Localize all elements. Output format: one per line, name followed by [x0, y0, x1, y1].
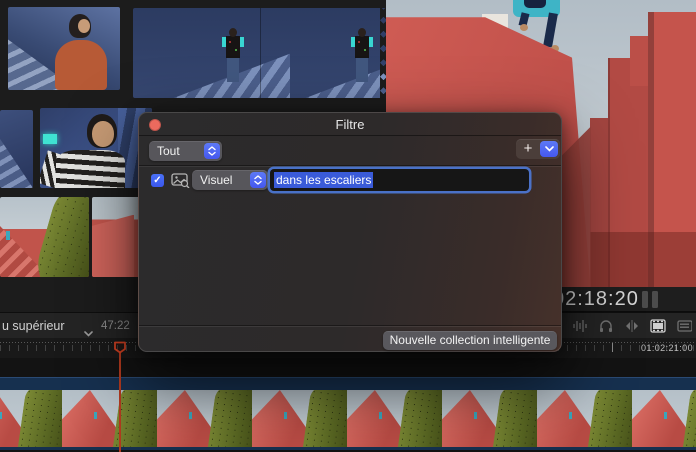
- pause-icon: [642, 291, 660, 308]
- browser-clip-cactus[interactable]: [0, 197, 89, 277]
- playhead-handle[interactable]: [113, 341, 127, 359]
- clip-art: [92, 215, 134, 277]
- timeline-clip-filmstrip[interactable]: [0, 390, 696, 447]
- viewer-art: [590, 232, 696, 288]
- clip-art: [31, 197, 89, 277]
- clip-art: [56, 150, 125, 188]
- timeline-body: [0, 358, 696, 452]
- ruler-timecode: 01:02:21:00: [641, 343, 693, 353]
- rule-enabled-checkbox[interactable]: ✓: [151, 174, 164, 187]
- current-timecode: 02:18:20: [553, 288, 639, 311]
- clip-art: [92, 121, 114, 147]
- new-smart-collection-button[interactable]: Nouvelle collection intelligente: [383, 331, 557, 350]
- ruler-divider: [612, 343, 613, 352]
- selected-text: dans les escaliers: [274, 172, 373, 188]
- separator: [139, 166, 561, 167]
- filter-text-input[interactable]: dans les escaliers: [270, 169, 529, 191]
- clip-art: [55, 40, 107, 90]
- add-rule-button[interactable]: +: [516, 139, 540, 159]
- scope-popup[interactable]: Tout: [149, 141, 222, 161]
- clip-art: [6, 231, 10, 240]
- clip-art: [43, 134, 57, 144]
- popup-chevrons-icon: [204, 143, 220, 159]
- clip-art: [306, 49, 387, 99]
- clip-art: [222, 28, 244, 86]
- rule-type-popup[interactable]: Visuel: [192, 170, 268, 190]
- final-cut-pro-window: 02:18:20 u supérieur 47:22: [0, 0, 696, 452]
- dialog-title: Filtre: [139, 117, 561, 132]
- dialog-titlebar[interactable]: Filtre: [139, 113, 561, 136]
- timeline-toolbar: [544, 317, 693, 335]
- scope-popup-label: Tout: [157, 144, 180, 158]
- add-rule-menu-button[interactable]: [540, 141, 558, 157]
- solo-icon[interactable]: [596, 317, 615, 335]
- viewer-art: [543, 12, 558, 47]
- timeline-index-icon[interactable]: [674, 317, 693, 335]
- frame-divider: [260, 8, 261, 98]
- rule-type-label: Visuel: [200, 173, 232, 187]
- browser-clip-selfie[interactable]: [40, 108, 152, 188]
- snapping-icon[interactable]: [622, 317, 641, 335]
- clip-art: [351, 28, 373, 86]
- clip-art: [78, 19, 90, 33]
- project-name-popup[interactable]: u supérieur: [2, 319, 65, 333]
- popup-chevrons-icon: [250, 172, 266, 188]
- project-duration: 47:22: [101, 320, 130, 332]
- filter-dialog: Filtre Tout + ✓ Visuel dans les es: [138, 112, 562, 352]
- clip-top-bar: [0, 377, 696, 390]
- add-rule-control: +: [516, 139, 560, 159]
- browser-clip-red-shirt[interactable]: [8, 7, 120, 90]
- clip-bottom-bar: [0, 447, 696, 450]
- playhead-line[interactable]: [119, 352, 121, 452]
- clip-art: [0, 133, 33, 188]
- separator: [139, 326, 561, 327]
- media-search-icon: [171, 173, 190, 193]
- browser-clip-partial[interactable]: [0, 110, 33, 188]
- browser-clip-floral-shirt[interactable]: [133, 8, 387, 98]
- viewer-art: [520, 24, 528, 31]
- clip-appearance-icon[interactable]: [648, 317, 667, 335]
- viewer-art: [524, 0, 546, 8]
- audio-skimming-icon[interactable]: [570, 317, 589, 335]
